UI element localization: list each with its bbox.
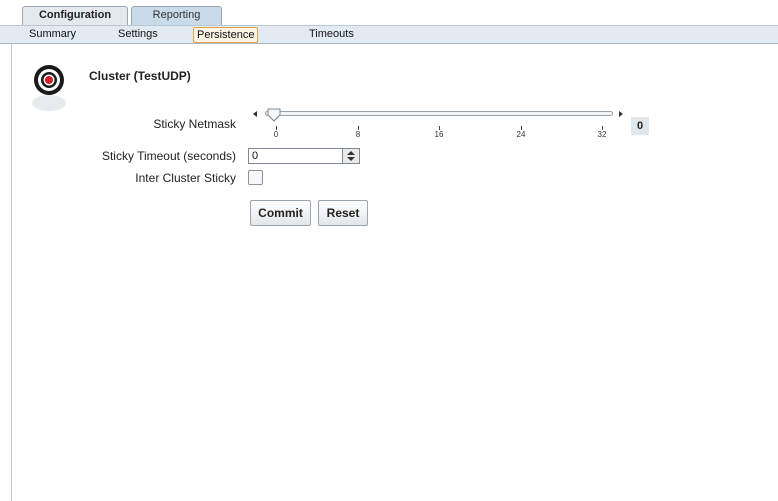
subtab-settings[interactable]: Settings: [115, 27, 161, 43]
sticky-timeout-spinner[interactable]: [248, 148, 360, 164]
slider-tick: 0: [268, 126, 284, 139]
reset-button[interactable]: Reset: [318, 200, 368, 226]
slider-right-arrow-icon[interactable]: [619, 111, 623, 117]
sticky-netmask-label: Sticky Netmask: [153, 117, 236, 131]
tab-reporting[interactable]: Reporting: [131, 6, 222, 25]
slider-tick: 8: [350, 126, 366, 139]
slider-track[interactable]: [265, 111, 613, 116]
subtab-persistence[interactable]: Persistence: [193, 27, 259, 43]
commit-button[interactable]: Commit: [250, 200, 311, 226]
slider-tick: 24: [513, 126, 529, 139]
sub-tab-bar: Summary Settings Persistence Timeouts: [0, 25, 778, 44]
slider-thumb[interactable]: [267, 108, 281, 125]
spinner-down-icon[interactable]: [347, 157, 355, 161]
sticky-timeout-input[interactable]: [249, 149, 344, 163]
spinner-up-icon[interactable]: [347, 151, 355, 155]
top-tab-bar: Configuration Reporting: [0, 0, 778, 25]
cluster-title: Cluster (TestUDP): [89, 69, 191, 83]
inter-cluster-sticky-checkbox[interactable]: [248, 170, 263, 185]
spinner-buttons[interactable]: [342, 149, 359, 163]
subtab-summary[interactable]: Summary: [26, 27, 79, 43]
slider-left-arrow-icon[interactable]: [253, 111, 257, 117]
target-icon: [24, 63, 66, 113]
sticky-netmask-value: 0: [631, 117, 649, 135]
tab-configuration[interactable]: Configuration: [22, 6, 128, 25]
sticky-netmask-slider[interactable]: 0 8 16 24 32: [253, 106, 633, 146]
inter-cluster-sticky-label: Inter Cluster Sticky: [135, 171, 236, 185]
slider-tick: 32: [594, 126, 610, 139]
sticky-timeout-label: Sticky Timeout (seconds): [101, 149, 236, 163]
slider-tick: 16: [431, 126, 447, 139]
subtab-timeouts[interactable]: Timeouts: [306, 27, 357, 43]
